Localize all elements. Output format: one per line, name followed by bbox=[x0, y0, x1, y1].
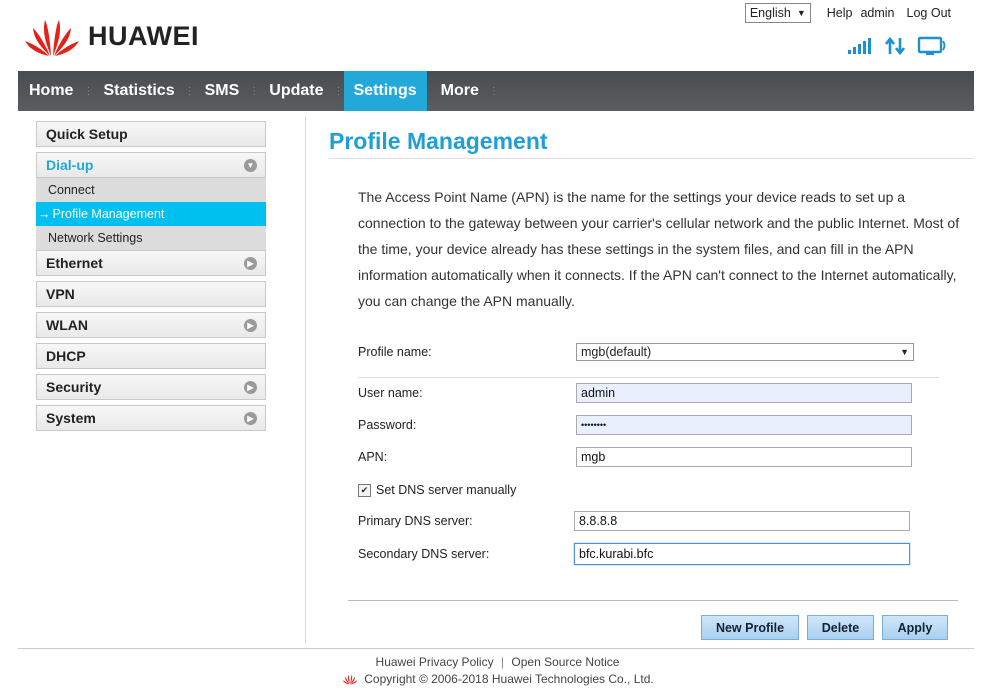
footer-separator: | bbox=[500, 655, 505, 669]
chevron-down-icon: ▼ bbox=[244, 158, 257, 172]
form-bottom-divider bbox=[348, 600, 958, 601]
sidebar-item-label: VPN bbox=[46, 286, 75, 302]
sidebar: Quick Setup Dial-up ▼ Connect → Profile … bbox=[36, 121, 266, 436]
nav-separator: ⋮ bbox=[488, 85, 499, 97]
secondary-dns-row: Secondary DNS server: bfc.kurabi.bfc bbox=[358, 543, 910, 565]
sidebar-item-system[interactable]: System ▶ bbox=[36, 405, 266, 431]
secondary-dns-field[interactable]: bfc.kurabi.bfc bbox=[574, 543, 910, 565]
sidebar-subitem-network-settings[interactable]: Network Settings bbox=[36, 226, 266, 250]
apn-row: APN: mgb bbox=[358, 447, 912, 467]
language-value: English bbox=[749, 6, 791, 20]
chevron-right-icon: ▶ bbox=[244, 411, 257, 425]
nav-separator: ⋮ bbox=[333, 85, 344, 97]
form-divider bbox=[358, 377, 939, 378]
password-field[interactable]: •••••••• bbox=[576, 415, 912, 435]
profile-name-value: mgb(default) bbox=[581, 345, 652, 359]
brand-name: HUAWEI bbox=[88, 20, 199, 51]
dns-checkbox-row: ✔ Set DNS server manually bbox=[358, 483, 516, 497]
nav-settings[interactable]: Settings bbox=[343, 71, 427, 111]
nav-separator: ⋮ bbox=[184, 85, 195, 97]
delete-button[interactable]: Delete bbox=[807, 615, 874, 640]
primary-dns-field[interactable]: 8.8.8.8 bbox=[574, 511, 910, 531]
nav-more[interactable]: More bbox=[431, 71, 489, 111]
sidebar-item-label: Dial-up bbox=[46, 157, 94, 173]
sidebar-item-dial-up[interactable]: Dial-up ▼ bbox=[36, 152, 266, 178]
profile-name-label: Profile name: bbox=[358, 345, 432, 359]
profile-name-row: Profile name: mgb(default) ▼ bbox=[358, 343, 914, 361]
sidebar-item-security[interactable]: Security ▶ bbox=[36, 374, 266, 400]
primary-dns-label: Primary DNS server: bbox=[358, 514, 473, 528]
top-links: English ▼ Help admin Log Out bbox=[744, 3, 951, 23]
sidebar-subitem-profile-management[interactable]: → Profile Management bbox=[36, 202, 266, 226]
open-source-link[interactable]: Open Source Notice bbox=[511, 655, 619, 669]
username-field[interactable]: admin bbox=[576, 383, 912, 403]
password-label: Password: bbox=[358, 418, 417, 432]
chevron-right-icon: ▶ bbox=[244, 256, 257, 270]
sidebar-item-label: WLAN bbox=[46, 317, 88, 333]
sidebar-subitem-label: Profile Management bbox=[52, 207, 165, 221]
sidebar-subitem-connect[interactable]: Connect bbox=[36, 178, 266, 202]
nav-sms[interactable]: SMS bbox=[195, 71, 250, 111]
dropdown-arrow-icon: ▼ bbox=[900, 347, 909, 357]
password-row: Password: •••••••• bbox=[358, 415, 912, 435]
chevron-right-icon: ▶ bbox=[244, 380, 257, 394]
nav-statistics[interactable]: Statistics bbox=[93, 71, 184, 111]
sidebar-item-label: Security bbox=[46, 379, 102, 395]
user-link[interactable]: admin bbox=[860, 6, 894, 20]
main-nav: Home ⋮ Statistics ⋮ SMS ⋮ Update ⋮ Setti… bbox=[18, 71, 974, 111]
footer-divider bbox=[18, 648, 974, 649]
status-icons bbox=[835, 36, 947, 61]
chevron-right-icon: ▶ bbox=[244, 318, 257, 332]
secondary-dns-label: Secondary DNS server: bbox=[358, 547, 490, 561]
sidebar-item-label: DHCP bbox=[46, 348, 86, 364]
help-link[interactable]: Help bbox=[827, 6, 853, 20]
new-profile-button[interactable]: New Profile bbox=[701, 615, 799, 640]
title-divider bbox=[329, 158, 974, 159]
dns-manual-checkbox[interactable]: ✔ bbox=[358, 483, 371, 497]
username-row: User name: admin bbox=[358, 383, 912, 403]
huawei-logo: HUAWEI bbox=[24, 14, 199, 58]
copyright-text: Copyright © 2006-2018 Huawei Technologie… bbox=[364, 672, 654, 686]
nav-home[interactable]: Home bbox=[18, 71, 83, 111]
device-monitor-icon[interactable] bbox=[917, 36, 947, 61]
profile-name-select[interactable]: mgb(default) ▼ bbox=[576, 343, 914, 361]
dial-up-submenu: Connect → Profile Management Network Set… bbox=[36, 178, 266, 250]
privacy-policy-link[interactable]: Huawei Privacy Policy bbox=[376, 655, 494, 669]
huawei-flower-icon bbox=[342, 674, 358, 685]
username-label: User name: bbox=[358, 386, 423, 400]
data-transfer-icon[interactable] bbox=[884, 36, 906, 61]
apply-button[interactable]: Apply bbox=[882, 615, 948, 640]
arrow-right-icon: → bbox=[38, 207, 51, 221]
apn-field[interactable]: mgb bbox=[576, 447, 912, 467]
logout-link[interactable]: Log Out bbox=[907, 6, 951, 20]
nav-update[interactable]: Update bbox=[259, 71, 333, 111]
dns-manual-label[interactable]: Set DNS server manually bbox=[376, 483, 516, 497]
nav-separator: ⋮ bbox=[249, 85, 260, 97]
language-select[interactable]: English ▼ bbox=[744, 3, 811, 23]
apn-description: The Access Point Name (APN) is the name … bbox=[358, 189, 960, 309]
signal-icon[interactable] bbox=[847, 37, 873, 60]
sidebar-item-dhcp[interactable]: DHCP bbox=[36, 343, 266, 369]
sidebar-item-ethernet[interactable]: Ethernet ▶ bbox=[36, 250, 266, 276]
sidebar-item-vpn[interactable]: VPN bbox=[36, 281, 266, 307]
huawei-flower-icon bbox=[25, 20, 79, 56]
footer-copyright: Copyright © 2006-2018 Huawei Technologie… bbox=[0, 672, 995, 686]
vertical-divider bbox=[305, 117, 306, 643]
sidebar-item-label: System bbox=[46, 410, 96, 426]
page-title: Profile Management bbox=[329, 128, 548, 154]
sidebar-item-wlan[interactable]: WLAN ▶ bbox=[36, 312, 266, 338]
footer-links: Huawei Privacy Policy | Open Source Noti… bbox=[0, 655, 995, 669]
apn-label: APN: bbox=[358, 450, 388, 464]
primary-dns-row: Primary DNS server: 8.8.8.8 bbox=[358, 511, 910, 531]
sidebar-item-label: Quick Setup bbox=[46, 126, 128, 142]
sidebar-item-label: Ethernet bbox=[46, 255, 103, 271]
sidebar-item-quick-setup[interactable]: Quick Setup bbox=[36, 121, 266, 147]
nav-separator: ⋮ bbox=[83, 85, 94, 97]
dropdown-arrow-icon: ▼ bbox=[796, 8, 806, 18]
